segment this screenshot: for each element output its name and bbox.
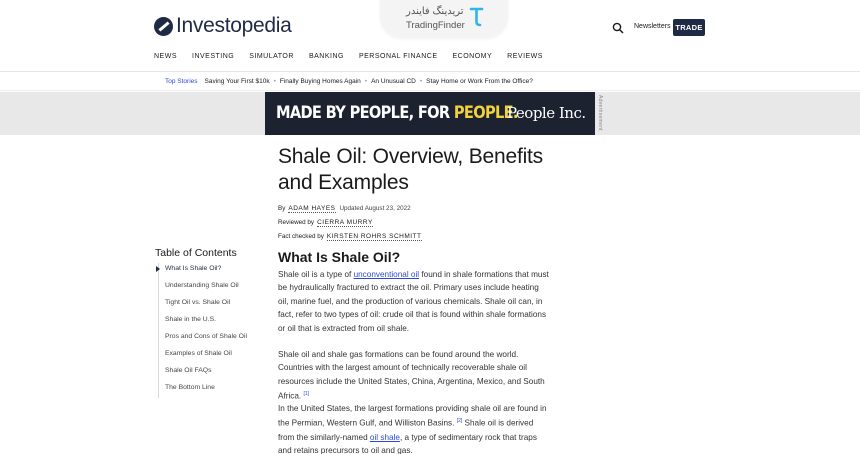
- paragraph-1: Shale oil is a type of unconventional oi…: [278, 270, 549, 333]
- top-stories-label: Top Stories: [165, 78, 198, 85]
- toc-item-pros-cons[interactable]: Pros and Cons of Shale Oil: [165, 333, 247, 340]
- investopedia-logo[interactable]: Investopedia: [154, 14, 292, 38]
- toc-item-bottom-line[interactable]: The Bottom Line: [165, 384, 215, 391]
- reviewer-link[interactable]: CIERRA MURRY: [317, 219, 373, 227]
- byline-reviewer: Reviewed by CIERRA MURRY: [278, 219, 373, 227]
- unconventional-oil-link[interactable]: unconventional oil: [354, 270, 420, 279]
- newsletters-link[interactable]: Newsletters: [634, 23, 671, 30]
- logo-text: Investopedia: [176, 14, 292, 37]
- nav-reviews[interactable]: REVIEWS: [507, 53, 543, 60]
- toc-item-examples[interactable]: Examples of Shale Oil: [165, 350, 232, 357]
- advertisement-banner[interactable]: MADE BY PEOPLE, FOR PEOPLE. People Inc.: [265, 92, 595, 135]
- story-link[interactable]: An Unusual CD: [371, 78, 416, 85]
- nav-news[interactable]: NEWS: [154, 53, 177, 60]
- toc-item-shale-us[interactable]: Shale in the U.S.: [165, 316, 216, 323]
- fact-checker-link[interactable]: KIRSTEN ROHRS SCHMITT: [326, 233, 422, 241]
- author-link[interactable]: ADAM HAYES: [288, 205, 336, 213]
- byline-fact-checker: Fact checked by KIRSTEN ROHRS SCHMITT: [278, 233, 422, 241]
- story-separator: •: [364, 78, 368, 85]
- toc-item-faqs[interactable]: Shale Oil FAQs: [165, 367, 211, 374]
- ad-brand: People Inc.: [507, 104, 586, 122]
- oil-shale-link[interactable]: oil shale: [370, 433, 400, 442]
- trade-button[interactable]: TRADE: [673, 19, 705, 36]
- section-heading: What Is Shale Oil?: [278, 249, 401, 265]
- nav-investing[interactable]: INVESTING: [192, 53, 234, 60]
- tradingfinder-watermark: تریدینگ فایندر TradingFinder: [380, 0, 508, 38]
- main-nav: NEWS INVESTING SIMULATOR BANKING PERSONA…: [154, 53, 558, 60]
- watermark-fa-text: تریدینگ فایندر: [406, 6, 464, 17]
- toc-item-understanding[interactable]: Understanding Shale Oil: [165, 282, 239, 289]
- toc-item-what-is-shale-oil[interactable]: What Is Shale Oil?: [165, 265, 221, 272]
- nav-economy[interactable]: ECONOMY: [453, 53, 493, 60]
- watermark-en-text: TradingFinder: [406, 20, 465, 31]
- toc-item-tight-oil[interactable]: Tight Oil vs. Shale Oil: [165, 299, 230, 306]
- investopedia-logo-icon: [154, 16, 173, 36]
- story-link[interactable]: Saving Your First $10k: [205, 78, 270, 85]
- paragraph-2: Shale oil and shale gas formations can b…: [278, 350, 545, 401]
- tradingfinder-logo-icon: [469, 7, 484, 27]
- citation-1[interactable]: [1]: [304, 391, 310, 397]
- toc-title: Table of Contents: [155, 247, 237, 259]
- table-of-contents: What Is Shale Oil? Understanding Shale O…: [158, 263, 258, 398]
- nav-banking[interactable]: BANKING: [309, 53, 344, 60]
- toc-active-arrow-icon: [156, 266, 160, 272]
- paragraph-3: In the United States, the largest format…: [278, 404, 547, 454]
- story-link[interactable]: Finally Buying Homes Again: [280, 78, 361, 85]
- byline-author: By ADAM HAYES Updated August 23, 2022: [278, 205, 411, 213]
- story-link[interactable]: Stay Home or Work From the Office?: [426, 78, 533, 85]
- story-separator: •: [273, 78, 276, 85]
- nav-simulator[interactable]: SIMULATOR: [249, 53, 294, 60]
- ad-headline: MADE BY PEOPLE, FOR PEOPLE.: [276, 103, 518, 123]
- story-separator: •: [419, 78, 423, 85]
- ad-label: Advertisement: [597, 95, 603, 131]
- search-icon[interactable]: [612, 22, 624, 34]
- updated-date: Updated August 23, 2022: [339, 205, 411, 212]
- top-stories-bar: Top Stories Saving Your First $10k • Fin…: [0, 73, 860, 91]
- nav-personal-finance[interactable]: PERSONAL FINANCE: [359, 53, 438, 60]
- article-title: Shale Oil: Overview, Benefits and Exampl…: [278, 145, 543, 194]
